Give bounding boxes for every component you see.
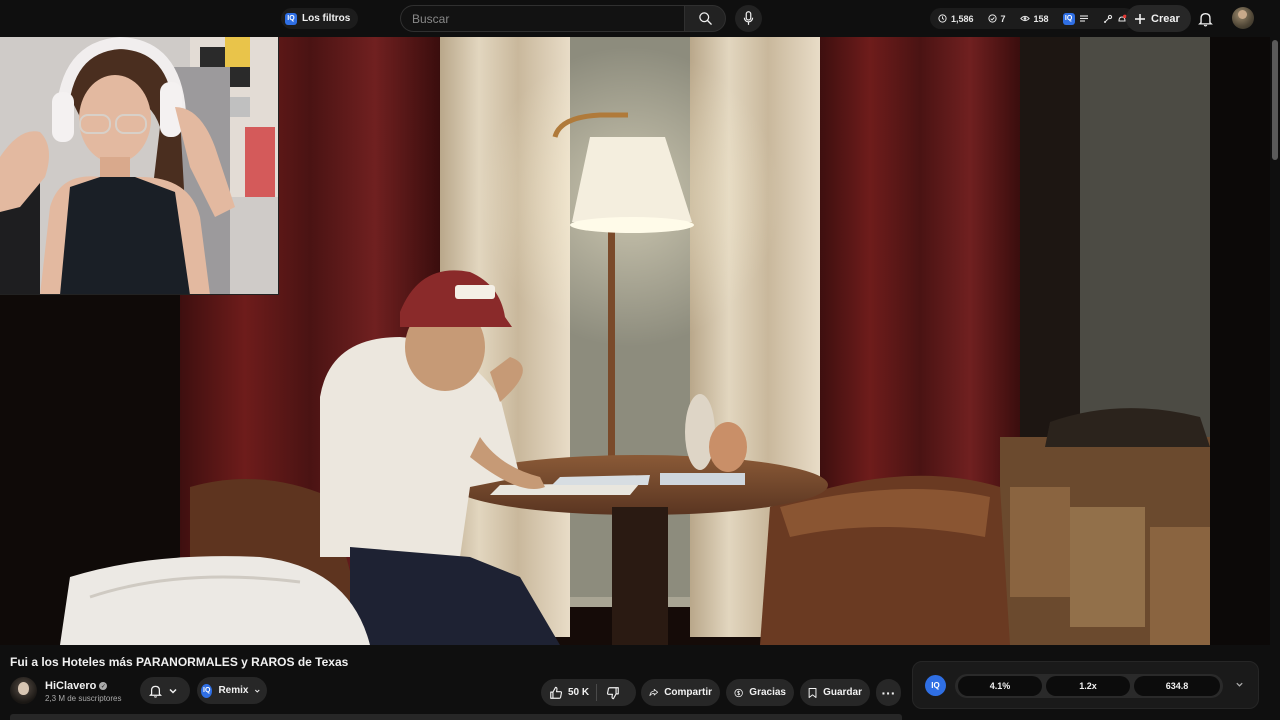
thanks-label: Gracias [749,687,786,698]
search-button[interactable] [684,5,726,32]
search-icon [698,12,712,25]
filters-chip[interactable]: IQ Los filtros [281,8,359,29]
time-stat: 1,586 [951,13,974,24]
more-actions-button[interactable]: ··· [876,679,901,706]
thanks-icon [734,688,743,697]
verified-icon: ✓ [99,682,108,690]
iq-badge-icon: IQ [1062,12,1075,25]
subscription-bell-button[interactable] [140,677,190,704]
cast-icon [1103,14,1112,23]
save-label: Guardar [823,687,862,698]
page-scrollbar[interactable] [1270,0,1280,720]
like-count[interactable]: 50 K [568,687,589,698]
iq-badge-icon: IQ [285,12,297,25]
like-divider [596,684,598,701]
voice-search-button[interactable] [735,5,762,32]
description-box-edge[interactable] [10,714,902,720]
video-title: Fui a los Hoteles más PARANORMALES y RAR… [10,655,349,669]
like-icon[interactable] [549,686,563,700]
save-button[interactable]: Guardar [800,679,870,706]
streamer-camera [0,37,278,294]
scrollbar-thumb[interactable] [1272,40,1278,160]
channel-name-text: HiClavero [45,680,97,692]
top-bar: IQ Los filtros 1,586 7 158 IQ Crear [0,0,1280,37]
iq-metric-3[interactable]: 634.8 [1134,676,1220,696]
thanks-button[interactable]: Gracias [726,679,794,706]
plus-icon [1135,13,1145,24]
channel-name[interactable]: HiClavero ✓ [45,680,108,692]
extension-stats[interactable]: 1,586 7 158 IQ [930,8,1135,29]
iq-badge-icon: IQ [201,683,213,698]
channel-avatar[interactable] [10,677,37,704]
create-label: Crear [1151,12,1180,25]
share-button[interactable]: Compartir [641,679,720,706]
iq-metric-1[interactable]: 4.1% [958,676,1042,696]
search-box [400,5,726,32]
eye-icon [1019,15,1030,22]
check-icon [987,14,997,23]
clock-icon [938,14,947,23]
search-input[interactable] [400,5,684,32]
filters-label: Los filtros [302,13,351,24]
webcam-overlay [0,37,279,295]
iq-logo-icon[interactable]: IQ [925,675,946,696]
dislike-icon[interactable] [606,686,620,700]
video-player[interactable] [0,37,1270,645]
notifications-button[interactable] [1193,7,1217,31]
list-icon [1079,15,1088,22]
remix-button[interactable]: IQ Remix [197,677,267,704]
account-avatar[interactable] [1232,7,1254,29]
subscriber-count: 2,3 M de suscriptores [45,694,122,703]
chevron-down-icon [255,689,261,693]
more-icon: ··· [881,684,896,701]
create-button[interactable]: Crear [1126,5,1191,32]
chevron-down-icon[interactable] [1235,680,1244,689]
iq-metric-2[interactable]: 1.2x [1046,676,1130,696]
views-stat: 158 [1033,13,1049,24]
remix-label: Remix [218,685,249,696]
chevron-down-icon [169,688,177,694]
mic-icon [743,11,754,25]
iq-logo-text: IQ [931,681,940,690]
iq-metrics-track: 4.1% 1.2x 634.8 [955,674,1223,698]
bell-icon [149,685,162,698]
like-dislike-group: 50 K [541,679,636,706]
bell-icon [1197,12,1213,27]
check-stat: 7 [1000,13,1006,24]
share-icon [649,688,659,697]
save-icon [808,687,817,698]
share-label: Compartir [664,687,712,698]
iq-metrics-panel: IQ 4.1% 1.2x 634.8 [912,661,1259,709]
